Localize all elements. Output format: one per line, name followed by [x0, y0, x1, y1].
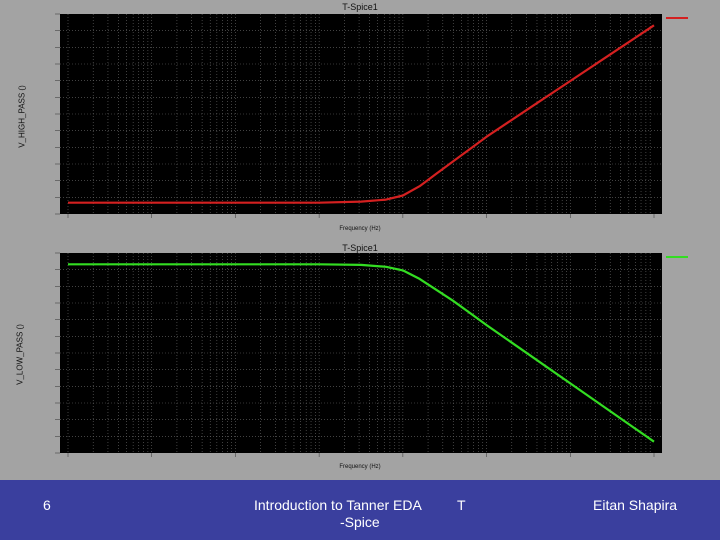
- low-pass-x-axis-label: Frequency (Hz): [339, 464, 381, 470]
- author-name: Eitan Shapira: [593, 497, 678, 513]
- slide-footer: 6 Introduction to Tanner EDA -Spice T Ei…: [0, 480, 720, 540]
- course-title-line1: Introduction to Tanner EDA: [254, 497, 422, 513]
- low-pass-chart: [55, 252, 688, 457]
- high-pass-panel: T-Spice1 V_HIGH_PASS () Frequency (Hz): [0, 0, 720, 240]
- page-number: 6: [43, 497, 51, 513]
- high-pass-chart: [55, 13, 688, 218]
- footer-letter: T: [457, 497, 466, 513]
- waveform-viewer-window: T-Spice1 V_HIGH_PASS () Frequency (Hz) T…: [0, 0, 720, 480]
- high-pass-x-axis-label: Frequency (Hz): [339, 226, 381, 232]
- course-title-line2: -Spice: [340, 514, 380, 530]
- low-pass-panel: T-Spice1 V_LOW_PASS () Frequency (Hz): [0, 240, 720, 480]
